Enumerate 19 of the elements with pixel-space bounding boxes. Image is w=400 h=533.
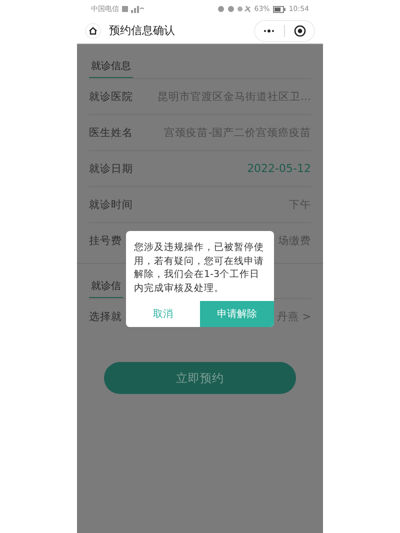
dialog-message: 您涉及违规操作，已被暂停使用，若有疑问，您可在线申请解除，我们会在1-3个工作日内完成审核及处理。	[133, 241, 265, 296]
dialog-button[interactable]: 申请解除	[200, 301, 274, 327]
row-value: 2022-05-12	[247, 162, 311, 175]
row-label: 就诊时间	[89, 198, 133, 212]
book-now-button[interactable]: 立即预约	[104, 362, 296, 394]
row-label: 选择就	[89, 310, 122, 324]
row-label: 就诊日期	[89, 162, 133, 176]
page-title: 预约信息确认	[109, 23, 175, 38]
close-icon[interactable]	[294, 24, 306, 36]
section-title: 就诊信息	[89, 59, 133, 78]
row-label: 医生姓名	[89, 126, 133, 140]
more-icon[interactable]	[263, 28, 275, 32]
signal-icon	[122, 5, 144, 13]
home-icon[interactable]	[85, 22, 101, 38]
battery-icon	[272, 6, 286, 12]
menu-capsule[interactable]	[254, 20, 315, 42]
row-label: 挂号费	[89, 234, 122, 248]
row-label: 就诊医院	[89, 90, 133, 104]
section-title: 就诊信	[89, 279, 123, 298]
